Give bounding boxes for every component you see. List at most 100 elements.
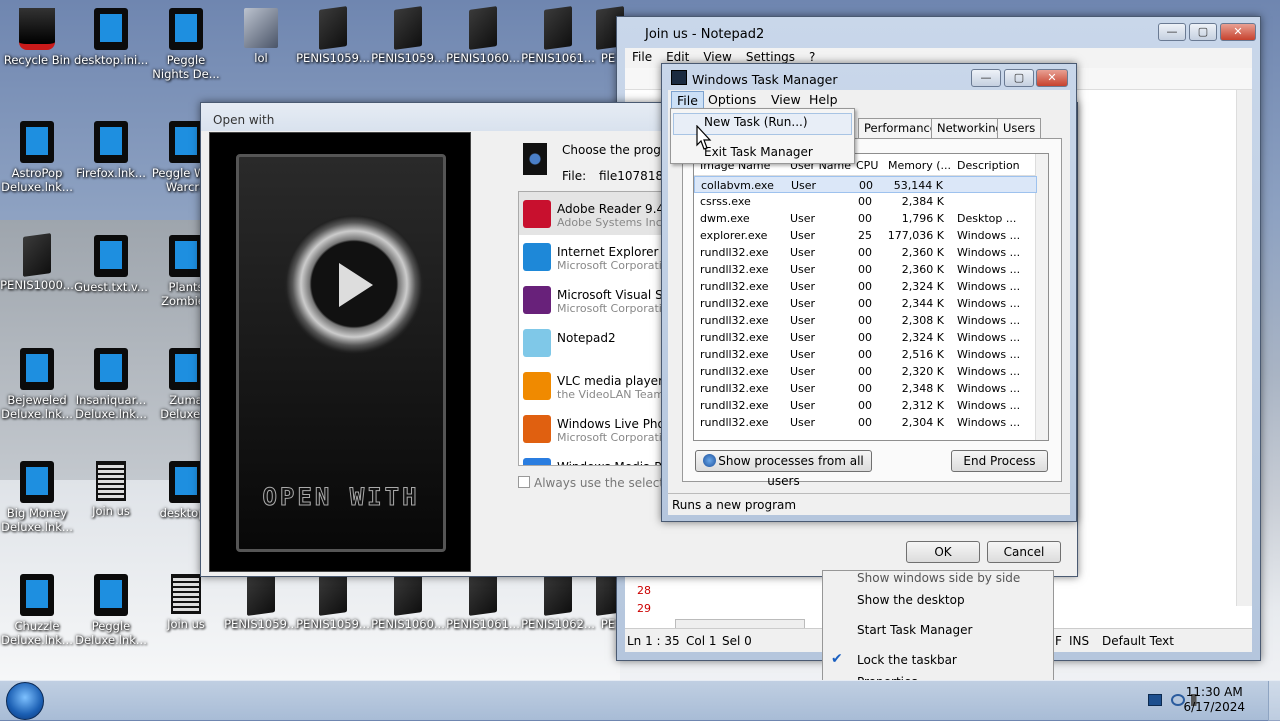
process-row[interactable]: rundll32.exe User 00 2,348 K Windows ... — [694, 380, 1037, 397]
process-desc: Windows ... — [957, 280, 1021, 293]
desktop-icon[interactable]: AstroPop Deluxe.lnk... — [0, 121, 74, 194]
desktop-icon[interactable]: PENIS1059... — [296, 572, 370, 631]
end-process-button[interactable]: End Process — [951, 450, 1048, 472]
shortcut-icon — [20, 348, 54, 390]
process-name: rundll32.exe — [700, 314, 769, 327]
desktop-icon[interactable]: Bejeweled Deluxe.lnk... — [0, 348, 74, 421]
process-row[interactable]: collabvm.exe User 00 53,144 K — [694, 176, 1037, 193]
ok-button[interactable]: OK — [906, 541, 980, 563]
shield-icon — [703, 454, 717, 467]
tm-close-button[interactable]: ✕ — [1036, 69, 1068, 87]
process-row[interactable]: rundll32.exe User 00 2,304 K Windows ... — [694, 414, 1037, 431]
desktop-icon[interactable]: Join us — [149, 574, 223, 631]
program-icon — [523, 143, 547, 175]
desktop-icon-label: desktop.ini... — [74, 53, 149, 67]
desktop-icon[interactable]: Peggle Deluxe.lnk... — [74, 574, 148, 647]
program-item[interactable]: Adobe Reader 9.4 Adobe Systems Incorp — [519, 192, 667, 235]
system-clock[interactable]: 11:30 AM 6/17/2024 — [1183, 685, 1245, 715]
folder-icon — [469, 572, 497, 616]
always-use-checkbox[interactable] — [518, 476, 530, 488]
notepad-close-button[interactable]: ✕ — [1220, 23, 1256, 41]
ctx-start-task-manager[interactable]: Start Task Manager — [857, 623, 972, 637]
desktop-icon-label: Peggle Nights De... — [152, 53, 220, 81]
program-item[interactable]: Windows Live Photo GMicrosoft Corporatio… — [519, 407, 667, 450]
show-all-processes-button[interactable]: Show processes from all users — [695, 450, 872, 488]
process-row[interactable]: csrss.exe 00 2,384 K — [694, 193, 1037, 210]
desktop-icon[interactable]: Insaniquar... Deluxe.lnk... — [74, 348, 148, 421]
process-row[interactable]: rundll32.exe User 00 2,360 K Windows ... — [694, 244, 1037, 261]
desktop-icon[interactable]: Peggle Nights De... — [149, 8, 223, 81]
menu-new-task[interactable]: New Task (Run...) — [704, 115, 808, 129]
process-list[interactable]: Image Name User Name CPU Memory (... Des… — [693, 153, 1049, 441]
process-mem: 177,036 K — [887, 229, 944, 242]
tm-minimize-button[interactable]: — — [971, 69, 1001, 87]
desktop-icon[interactable]: desktop.ini... — [74, 8, 148, 67]
shortcut-icon — [20, 121, 54, 163]
ctx-lock-taskbar[interactable]: Lock the taskbar — [857, 653, 957, 667]
process-name: csrss.exe — [700, 195, 751, 208]
ctx-show-desktop[interactable]: Show the desktop — [857, 593, 965, 607]
notepad-maximize-button[interactable]: ▢ — [1189, 23, 1217, 41]
desktop-icon[interactable]: PENIS1059... — [224, 572, 298, 631]
desktop-icon-label: lol — [254, 51, 268, 65]
desktop-icon[interactable]: PENIS1062... — [521, 572, 595, 631]
desktop-icon[interactable]: Recycle Bin — [0, 8, 74, 67]
desktop-icon[interactable]: PENIS1060... — [371, 572, 445, 631]
menu-exit-task-manager[interactable]: Exit Task Manager — [704, 145, 813, 159]
process-user: User — [790, 416, 816, 429]
tm-maximize-button[interactable]: ▢ — [1004, 69, 1034, 87]
desktop-icon[interactable]: Guest.txt.v... — [74, 235, 148, 294]
program-item[interactable]: VLC media player the VideoLAN Team — [519, 364, 667, 407]
desktop-icon[interactable]: PENIS1060... — [446, 6, 520, 65]
process-row[interactable]: rundll32.exe User 00 2,324 K Windows ... — [694, 278, 1037, 295]
notepad-menu-file[interactable]: File — [625, 48, 659, 66]
tm-menu-view[interactable]: View — [766, 91, 806, 108]
desktop-icon[interactable]: Join us — [74, 461, 148, 518]
process-desc: Windows ... — [957, 297, 1021, 310]
desktop-icon[interactable]: lol — [224, 8, 298, 65]
process-name: rundll32.exe — [700, 331, 769, 344]
cancel-button[interactable]: Cancel — [987, 541, 1061, 563]
show-desktop-button[interactable] — [1268, 681, 1280, 721]
col-description[interactable]: Description — [957, 159, 1020, 172]
program-item[interactable]: Microsoft Visual StudioMicrosoft Corpora… — [519, 278, 667, 321]
process-row[interactable]: rundll32.exe User 00 2,308 K Windows ... — [694, 312, 1037, 329]
process-row[interactable]: dwm.exe User 00 1,796 K Desktop ... — [694, 210, 1037, 227]
action-center-icon[interactable] — [1148, 694, 1162, 706]
col-memory[interactable]: Memory (... — [888, 159, 951, 172]
program-item[interactable]: Windows Media Pl — [519, 450, 667, 465]
desktop-icon-label: PENIS1061... — [521, 51, 595, 65]
process-desc: Windows ... — [957, 314, 1021, 327]
desktop-icon[interactable]: Firefox.lnk... — [74, 121, 148, 180]
folder-icon — [394, 6, 422, 50]
process-row[interactable]: rundll32.exe User 00 2,312 K Windows ... — [694, 397, 1037, 414]
program-icon — [523, 329, 551, 357]
desktop-icon[interactable]: Chuzzle Deluxe.lnk... — [0, 574, 74, 647]
program-list[interactable]: Adobe Reader 9.4 Adobe Systems Incorp Inte… — [518, 191, 668, 466]
process-row[interactable]: rundll32.exe User 00 2,320 K Windows ... — [694, 363, 1037, 380]
desktop-icon[interactable]: Big Money Deluxe.lnk... — [0, 461, 74, 534]
process-row[interactable]: rundll32.exe User 00 2,516 K Windows ... — [694, 346, 1037, 363]
ctx-side-by-side[interactable]: Show windows side by side — [857, 571, 1020, 585]
notepad-minimize-button[interactable]: — — [1158, 23, 1186, 41]
banner-text: OPEN WITH — [262, 483, 420, 512]
process-row[interactable]: rundll32.exe User 00 2,360 K Windows ... — [694, 261, 1037, 278]
program-item[interactable]: Internet Explorer Microsoft Corporation — [519, 235, 667, 278]
open-with-banner: OPEN WITH — [209, 132, 471, 572]
desktop-icon-label: PENIS1059... — [224, 617, 298, 631]
notepad-vertical-scrollbar[interactable] — [1236, 90, 1252, 606]
desktop-icon[interactable]: PENIS1061... — [446, 572, 520, 631]
process-row[interactable]: rundll32.exe User 00 2,324 K Windows ... — [694, 329, 1037, 346]
tm-menu-options[interactable]: Options — [703, 91, 761, 108]
tm-menu-help[interactable]: Help — [804, 91, 843, 108]
desktop-icon[interactable]: PENIS1000... — [0, 233, 74, 292]
process-row[interactable]: explorer.exe User 25 177,036 K Windows ... — [694, 227, 1037, 244]
col-cpu[interactable]: CPU — [856, 159, 878, 172]
desktop-icon[interactable]: PENIS1061... — [521, 6, 595, 65]
program-item[interactable]: Notepad2 — [519, 321, 667, 364]
start-button[interactable] — [6, 682, 44, 720]
desktop-icon[interactable]: PENIS1059... — [371, 6, 445, 65]
process-row[interactable]: rundll32.exe User 00 2,344 K Windows ... — [694, 295, 1037, 312]
desktop-icon[interactable]: PENIS1059... — [296, 6, 370, 65]
tab-users[interactable]: Users — [997, 118, 1042, 138]
